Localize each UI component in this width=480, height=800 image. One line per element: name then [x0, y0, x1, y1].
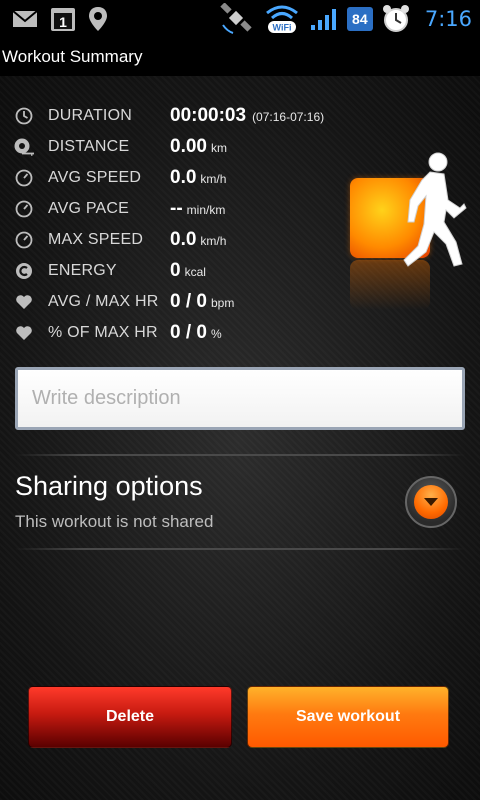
stat-value: 0 kcal — [170, 260, 206, 282]
battery-icon: 84 — [346, 7, 373, 31]
energy-icon — [0, 262, 48, 280]
stat-label: DISTANCE — [48, 137, 130, 155]
chevron-down-icon — [414, 485, 448, 519]
stat-value: 00:00:03 (07:16-07:16) — [170, 105, 324, 127]
stat-value-unit: km/h — [200, 233, 227, 248]
gmail-icon — [12, 9, 38, 29]
status-bar: 1 WiFi 84 7:16 — [0, 0, 480, 38]
stat-row-pct-max-hr: % OF MAX HR 0 / 0 % — [0, 317, 480, 348]
clock-icon — [0, 107, 48, 125]
signal-icon — [309, 7, 339, 31]
stat-value-number: 0 / 0 — [170, 290, 207, 312]
description-placeholder: Write description — [32, 387, 181, 409]
stat-label: DURATION — [48, 106, 132, 124]
stat-value: 0.0 km/h — [170, 167, 226, 189]
workout-type-graphic — [348, 148, 478, 318]
delete-button[interactable]: Delete — [28, 686, 232, 748]
stat-value-unit: kcal — [184, 264, 206, 279]
stat-value-number: 00:00:03 — [170, 104, 247, 126]
stat-value: 0 / 0 % — [170, 322, 222, 344]
stat-value-number: 0.0 — [170, 228, 197, 250]
stat-value-unit: % — [210, 326, 222, 341]
title-bar: Workout Summary — [0, 38, 480, 76]
stat-value-unit: km — [210, 140, 227, 155]
stat-value-extra: (07:16-07:16) — [252, 109, 325, 124]
description-input[interactable]: Write description — [15, 367, 465, 430]
stat-value: -- min/km — [170, 198, 225, 220]
stat-label: MAX SPEED — [48, 230, 144, 248]
stat-label: % OF MAX HR — [48, 323, 158, 341]
sharing-expand-button[interactable] — [405, 476, 457, 528]
save-workout-button[interactable]: Save workout — [247, 686, 449, 748]
stat-value-number: 0 / 0 — [170, 321, 207, 343]
stat-value-unit: bpm — [210, 295, 235, 310]
stat-value-unit: km/h — [200, 171, 227, 186]
wifi-label: WiFi — [272, 23, 291, 33]
stat-value-number: 0 — [170, 259, 181, 281]
stat-value-number: 0.0 — [170, 166, 197, 188]
stat-label: ENERGY — [48, 261, 117, 279]
stat-value-unit: min/km — [186, 202, 226, 217]
divider — [15, 548, 465, 550]
workout-summary-content: DURATION 00:00:03 (07:16-07:16) DISTANCE… — [0, 76, 480, 800]
speedometer-icon — [0, 169, 48, 187]
clock-time: 7:16 — [424, 7, 472, 31]
stat-label: AVG PACE — [48, 199, 130, 217]
runner-icon — [403, 152, 467, 267]
location-icon — [88, 6, 108, 32]
heart-icon — [0, 294, 48, 310]
speedometer-icon — [0, 200, 48, 218]
heart-icon — [0, 325, 48, 341]
sharing-status-text: This workout is not shared — [15, 512, 214, 531]
distance-icon — [0, 137, 48, 157]
stat-value-number: -- — [170, 197, 183, 219]
stat-value: 0.0 km/h — [170, 229, 226, 251]
stat-label: AVG / MAX HR — [48, 292, 159, 310]
stat-row-duration: DURATION 00:00:03 (07:16-07:16) — [0, 100, 480, 131]
stat-value: 0 / 0 bpm — [170, 291, 234, 313]
sharing-options-title[interactable]: Sharing options — [15, 471, 203, 502]
calendar-day: 1 — [59, 14, 67, 30]
divider — [15, 454, 465, 456]
stat-value: 0.00 km — [170, 136, 227, 158]
satellite-icon — [219, 3, 255, 35]
alarm-clock-icon — [381, 4, 411, 34]
page-title: Workout Summary — [2, 47, 143, 66]
calendar-icon: 1 — [50, 6, 76, 32]
speedometer-icon — [0, 231, 48, 249]
wifi-icon: WiFi — [263, 3, 301, 35]
stat-value-number: 0.00 — [170, 135, 207, 157]
stat-label: AVG SPEED — [48, 168, 142, 186]
